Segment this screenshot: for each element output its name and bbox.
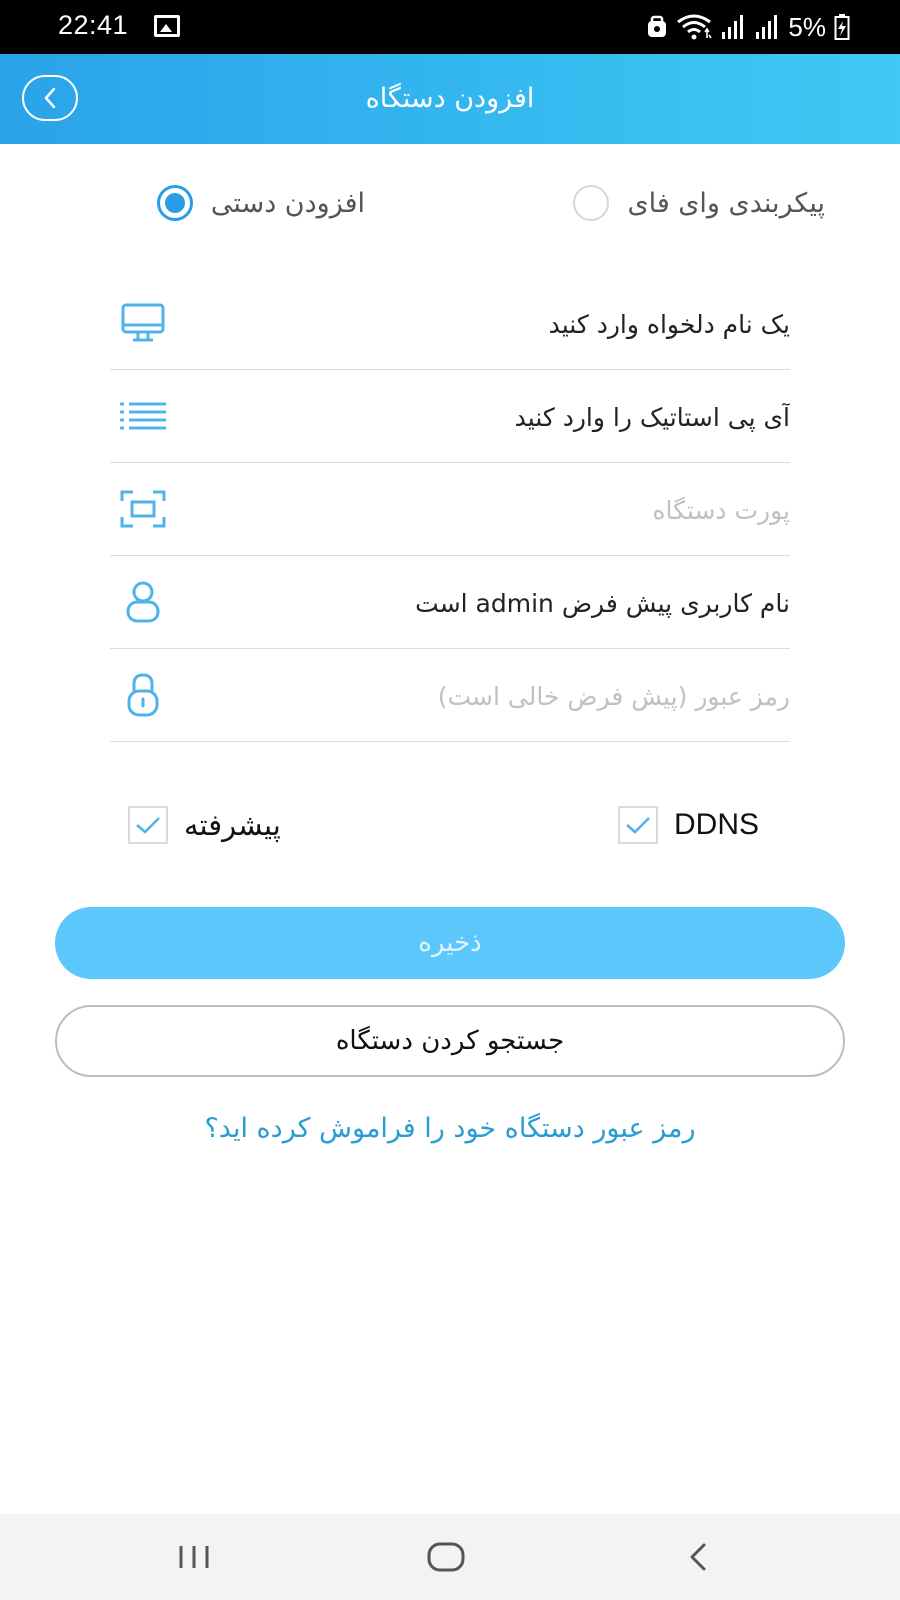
- ddns-label: DDNS: [674, 808, 760, 841]
- back-button[interactable]: [22, 75, 78, 121]
- battery-charging-icon: [834, 14, 850, 40]
- list-icon: [118, 391, 168, 441]
- system-nav-bar: [0, 1514, 900, 1600]
- radio-button-unchecked[interactable]: [573, 185, 610, 221]
- alarm-icon: [648, 15, 667, 37]
- check-icon: [626, 817, 650, 834]
- static-ip-field: [110, 371, 790, 463]
- recents-icon: [179, 1546, 209, 1568]
- radio-wifi-label: پیکربندی وای فای: [627, 187, 825, 219]
- page-title: افزودن دستگاه: [365, 83, 535, 114]
- advanced-label: پیشرفته: [184, 808, 281, 842]
- app-bar: افزودن دستگاه: [0, 54, 900, 144]
- username-input[interactable]: [230, 557, 790, 649]
- lock-icon: [118, 670, 168, 720]
- ddns-checkbox-row[interactable]: DDNS: [618, 803, 759, 847]
- device-port-input[interactable]: [230, 464, 790, 556]
- radio-button-checked[interactable]: [156, 185, 193, 221]
- signal-icon: [722, 15, 744, 39]
- radio-manual-label: افزودن دستی: [210, 187, 365, 219]
- ddns-checkbox[interactable]: [618, 806, 658, 844]
- save-button[interactable]: ذخیره: [55, 907, 845, 979]
- device-port-field: [110, 464, 790, 556]
- scan-frame-icon: [118, 484, 168, 534]
- advanced-checkbox-row[interactable]: پیشرفته: [128, 803, 281, 847]
- radio-wifi-config[interactable]: پیکربندی وای فای: [573, 180, 825, 226]
- signal-icon: [756, 15, 778, 39]
- device-name-field: [110, 278, 790, 370]
- user-icon: [118, 577, 168, 627]
- home-icon: [427, 1542, 465, 1572]
- forgot-password-link[interactable]: رمز عبور دستگاه خود را فراموش کرده اید؟: [0, 1113, 900, 1144]
- status-icons: 5%: [646, 8, 850, 46]
- monitor-icon: [118, 298, 168, 348]
- check-icon: [136, 817, 160, 834]
- status-bar: 22:41 5%: [0, 0, 900, 54]
- status-time: 22:41: [58, 10, 129, 40]
- wifi-icon: [677, 14, 713, 40]
- back-icon: [690, 1543, 706, 1571]
- password-field: [110, 650, 790, 742]
- static-ip-input[interactable]: [230, 371, 790, 463]
- advanced-checkbox[interactable]: [128, 806, 168, 844]
- back-nav-button[interactable]: [668, 1534, 728, 1580]
- radio-manual-add[interactable]: افزودن دستی: [156, 180, 365, 226]
- recents-button[interactable]: [164, 1534, 224, 1580]
- password-input[interactable]: [230, 650, 790, 742]
- battery-percent: 5%: [788, 11, 826, 42]
- device-name-input[interactable]: [230, 278, 790, 370]
- username-field: [110, 557, 790, 649]
- search-device-button[interactable]: جستجو کردن دستگاه: [55, 1005, 845, 1077]
- chevron-left-icon: [44, 87, 56, 109]
- gallery-icon: [154, 15, 180, 37]
- home-button[interactable]: [416, 1534, 476, 1580]
